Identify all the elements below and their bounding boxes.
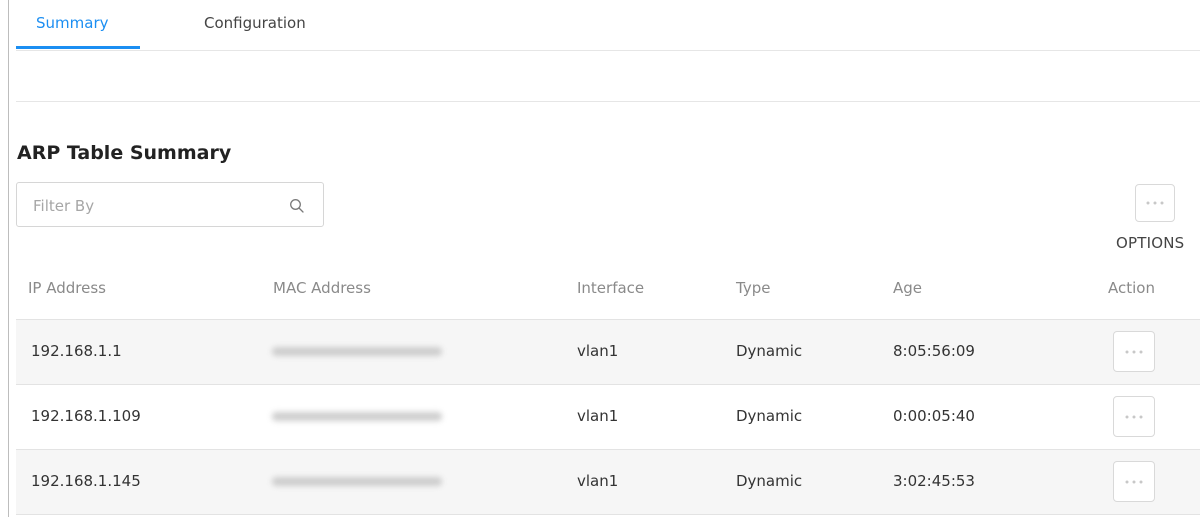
more-horizontal-icon [1125,350,1143,353]
page-title: ARP Table Summary [17,142,232,164]
tab-configuration[interactable]: Configuration [204,14,306,32]
table-bottom-border [16,514,1200,515]
cell-type: Dynamic [736,472,803,490]
more-horizontal-icon [1146,201,1164,205]
cell-ip: 192.168.1.109 [31,407,141,425]
options-button[interactable] [1135,184,1175,222]
cell-mac-redacted [272,412,442,421]
table-row: 192.168.1.1 vlan1 Dynamic 8:05:56:09 [16,319,1200,384]
more-horizontal-icon [1125,415,1143,418]
column-header-ip[interactable]: IP Address [28,279,106,297]
column-header-age[interactable]: Age [893,279,922,297]
filter-box [16,182,324,227]
tab-configuration-label: Configuration [204,14,306,32]
search-icon[interactable] [289,198,305,214]
row-action-button[interactable] [1113,331,1155,372]
cell-mac-redacted [272,477,442,486]
tab-summary[interactable]: Summary [36,14,109,32]
cell-ip: 192.168.1.145 [31,472,141,490]
row-action-button[interactable] [1113,461,1155,502]
frame-border [8,0,9,517]
cell-age: 0:00:05:40 [893,407,975,425]
filter-input[interactable] [31,194,275,218]
active-tab-indicator [16,46,140,49]
column-header-interface[interactable]: Interface [577,279,644,297]
row-action-button[interactable] [1113,396,1155,437]
more-horizontal-icon [1125,480,1143,483]
tab-summary-label: Summary [36,14,109,32]
cell-interface: vlan1 [577,407,619,425]
cell-type: Dynamic [736,342,803,360]
cell-interface: vlan1 [577,342,619,360]
cell-ip: 192.168.1.1 [31,342,122,360]
column-header-mac[interactable]: MAC Address [273,279,371,297]
cell-age: 3:02:45:53 [893,472,975,490]
tab-bar: Summary Configuration [16,0,1200,51]
cell-mac-redacted [272,347,442,356]
column-header-action: Action [1108,279,1155,297]
table-row: 192.168.1.109 vlan1 Dynamic 0:00:05:40 [16,384,1200,449]
table-row: 192.168.1.145 vlan1 Dynamic 3:02:45:53 [16,449,1200,514]
cell-type: Dynamic [736,407,803,425]
cell-age: 8:05:56:09 [893,342,975,360]
cell-interface: vlan1 [577,472,619,490]
section-divider [16,101,1200,102]
column-header-type[interactable]: Type [736,279,770,297]
options-label: OPTIONS [1116,234,1185,252]
